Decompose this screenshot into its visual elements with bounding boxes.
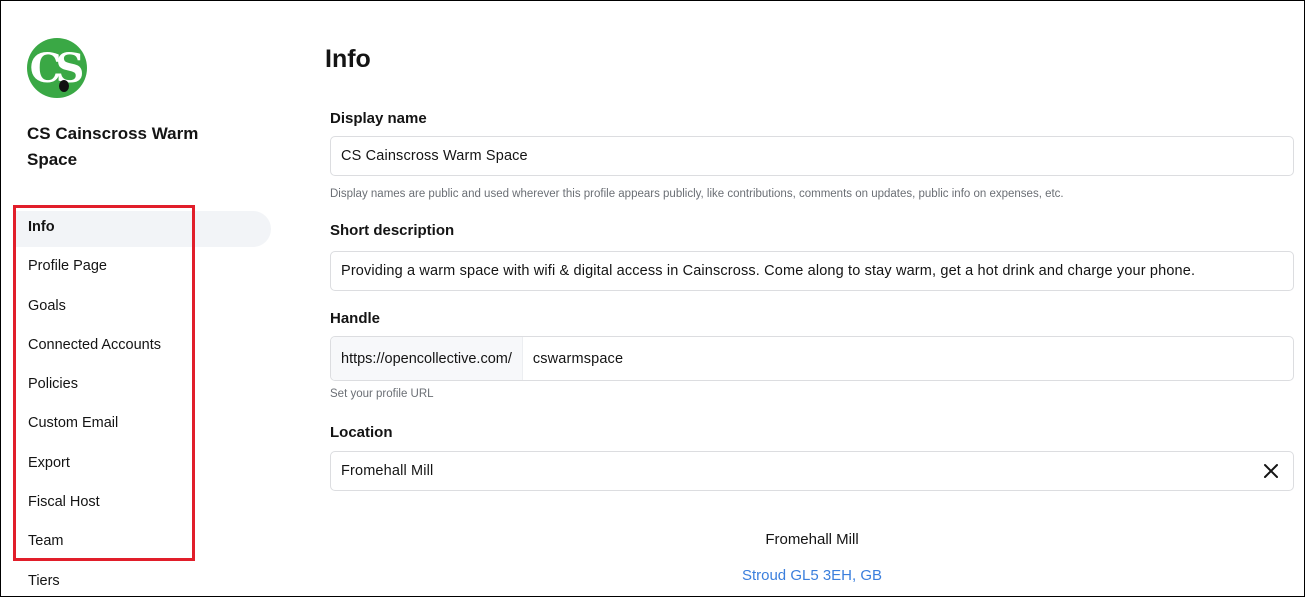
nav-item-custom-email[interactable]: Custom Email xyxy=(28,406,161,445)
location-place-name: Fromehall Mill xyxy=(765,531,859,548)
handle-input[interactable]: https://opencollective.com/ cswarmspace xyxy=(330,336,1294,381)
nav-item-goals[interactable]: Goals xyxy=(28,289,161,328)
nav-item-export[interactable]: Export xyxy=(28,446,161,485)
location-value: Fromehall Mill xyxy=(341,463,434,479)
avatar-initials: CS xyxy=(29,44,85,92)
display-name-input[interactable]: CS Cainscross Warm Space xyxy=(330,136,1294,176)
page-title: Info xyxy=(325,45,371,73)
nav-item-policies[interactable]: Policies xyxy=(28,367,161,406)
display-name-help: Display names are public and used wherev… xyxy=(330,188,1064,200)
handle-prefix: https://opencollective.com/ xyxy=(331,337,523,380)
nav-item-info[interactable]: Info xyxy=(28,210,161,249)
location-address-link[interactable]: Stroud GL5 3EH, GB xyxy=(330,567,1294,584)
nav-item-team[interactable]: Team xyxy=(28,524,161,563)
short-description-label: Short description xyxy=(330,222,455,239)
nav-item-profile-page[interactable]: Profile Page xyxy=(28,249,161,288)
nav-item-fiscal-host[interactable]: Fiscal Host xyxy=(28,485,161,524)
display-name-label: Display name xyxy=(330,110,427,127)
handle-label: Handle xyxy=(330,310,381,327)
bug-icon xyxy=(59,80,69,92)
handle-value: cswarmspace xyxy=(532,350,624,367)
location-label: Location xyxy=(330,424,393,441)
app-frame: CS CS Cainscross Warm Space Info Profile… xyxy=(0,0,1305,597)
org-name: CS Cainscross Warm Space xyxy=(27,124,199,169)
handle-help: Set your profile URL xyxy=(330,388,434,400)
nav-item-tiers[interactable]: Tiers xyxy=(28,564,161,596)
short-description-value: Providing a warm space with wifi & digit… xyxy=(341,263,1196,279)
location-input[interactable]: Fromehall Mill xyxy=(330,451,1294,491)
sidebar: CS CS Cainscross Warm Space Info Profile… xyxy=(1,1,281,596)
short-description-input[interactable]: Providing a warm space with wifi & digit… xyxy=(330,251,1294,291)
display-name-value: CS Cainscross Warm Space xyxy=(341,148,528,164)
settings-nav: Info Profile Page Goals Connected Accoun… xyxy=(28,210,161,596)
nav-item-connected-accounts[interactable]: Connected Accounts xyxy=(28,328,161,367)
close-icon[interactable] xyxy=(1261,461,1281,481)
avatar: CS xyxy=(27,38,87,98)
